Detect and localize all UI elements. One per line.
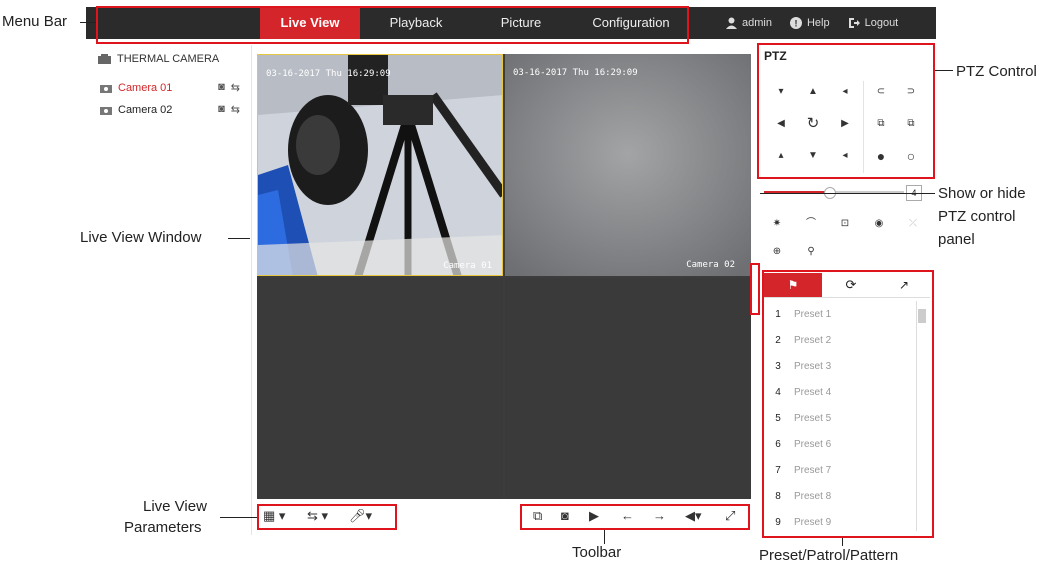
user-button[interactable]: admin (726, 7, 772, 39)
camera-item-01[interactable]: Camera 01 ◙ ⇆ (100, 81, 240, 94)
label-live-view-window: Live View Window (80, 229, 202, 246)
camera-item-label: Camera 01 (118, 81, 173, 94)
camera-icon (100, 106, 112, 115)
label-show-hide-3: panel (938, 231, 975, 248)
video-cell-2[interactable]: 03-16-2017 Thu 16:29:09 Camera 02 (505, 54, 751, 276)
wiper-icon[interactable]: ⌒ (798, 211, 824, 237)
ptz-aux-functions: ✷ ⌒ ⊡ ◉ ⤫ ⊕ ⚲ (764, 209, 930, 269)
user-icon (726, 17, 737, 29)
label-ptz-control: PTZ Control (956, 63, 1037, 80)
label-preset-patrol-pattern: Preset/Patrol/Pattern (759, 547, 899, 564)
osd-timestamp: 03-16-2017 Thu 16:29:09 (266, 69, 391, 79)
disabled-icon: ⤫ (909, 218, 917, 229)
camera-icon (100, 84, 112, 93)
callout-ptz-control (757, 43, 935, 179)
video-cell-3[interactable] (257, 278, 503, 499)
label-toolbar: Toolbar (572, 544, 622, 561)
camera-group-icon (98, 54, 111, 64)
zoom-area-icon[interactable]: ⊕ (764, 239, 790, 265)
help-label: Help (806, 17, 830, 29)
logout-label: Logout (864, 17, 899, 29)
lens-init-icon[interactable]: ◉ (866, 211, 892, 237)
stream-type-icon[interactable]: ⇆ (231, 103, 240, 116)
video-cell-1[interactable]: 03-16-2017 Thu 16:29:09 Camera 01 (257, 54, 503, 276)
osd-timestamp: 03-16-2017 Thu 16:29:09 (513, 68, 638, 78)
callout-menu-bar (96, 6, 689, 44)
light-icon[interactable]: ✷ (764, 211, 790, 237)
osd-channel-name: Camera 01 (443, 261, 492, 271)
camera-group[interactable]: THERMAL CAMERA (98, 53, 219, 65)
logout-icon (848, 18, 860, 28)
manual-tracking-icon[interactable]: ⚲ (798, 239, 824, 265)
camera-item-02[interactable]: Camera 02 ◙ ⇆ (100, 103, 240, 116)
user-area: admin ! Help Logout (726, 7, 898, 39)
label-show-hide-2: PTZ control (938, 208, 1016, 225)
user-name: admin (742, 17, 772, 29)
help-button[interactable]: ! Help (789, 7, 830, 39)
callout-toolbar (520, 504, 750, 530)
one-touch-focus-icon[interactable]: ⊡ (832, 211, 858, 237)
callout-preset-panel (762, 270, 934, 538)
camera-item-label: Camera 02 (118, 103, 173, 116)
help-icon: ! (789, 17, 802, 29)
camera-group-label: THERMAL CAMERA (117, 53, 220, 65)
label-live-view-params-2: Parameters (124, 519, 202, 536)
callout-show-hide (750, 263, 760, 315)
label-menu-bar: Menu Bar (2, 13, 68, 30)
video-cell-4[interactable] (505, 278, 751, 499)
callout-live-view-params (257, 504, 397, 530)
start-view-icon[interactable]: ◙ (218, 103, 225, 116)
osd-channel-name: Camera 02 (686, 260, 735, 270)
camera-list-panel: THERMAL CAMERA Camera 01 ◙ ⇆ Camera 02 ◙… (86, 45, 252, 535)
start-view-icon[interactable]: ◙ (218, 81, 225, 94)
camera-02-image (505, 54, 751, 276)
label-live-view-params-1: Live View (143, 498, 207, 515)
label-show-hide-1: Show or hide (938, 185, 1026, 202)
logout-button[interactable]: Logout (848, 7, 899, 39)
svg-text:!: ! (794, 19, 797, 29)
camera-01-image (258, 55, 502, 275)
stream-type-icon[interactable]: ⇆ (231, 81, 240, 94)
live-view-window[interactable]: 03-16-2017 Thu 16:29:09 Camera 01 03-16-… (257, 54, 751, 499)
